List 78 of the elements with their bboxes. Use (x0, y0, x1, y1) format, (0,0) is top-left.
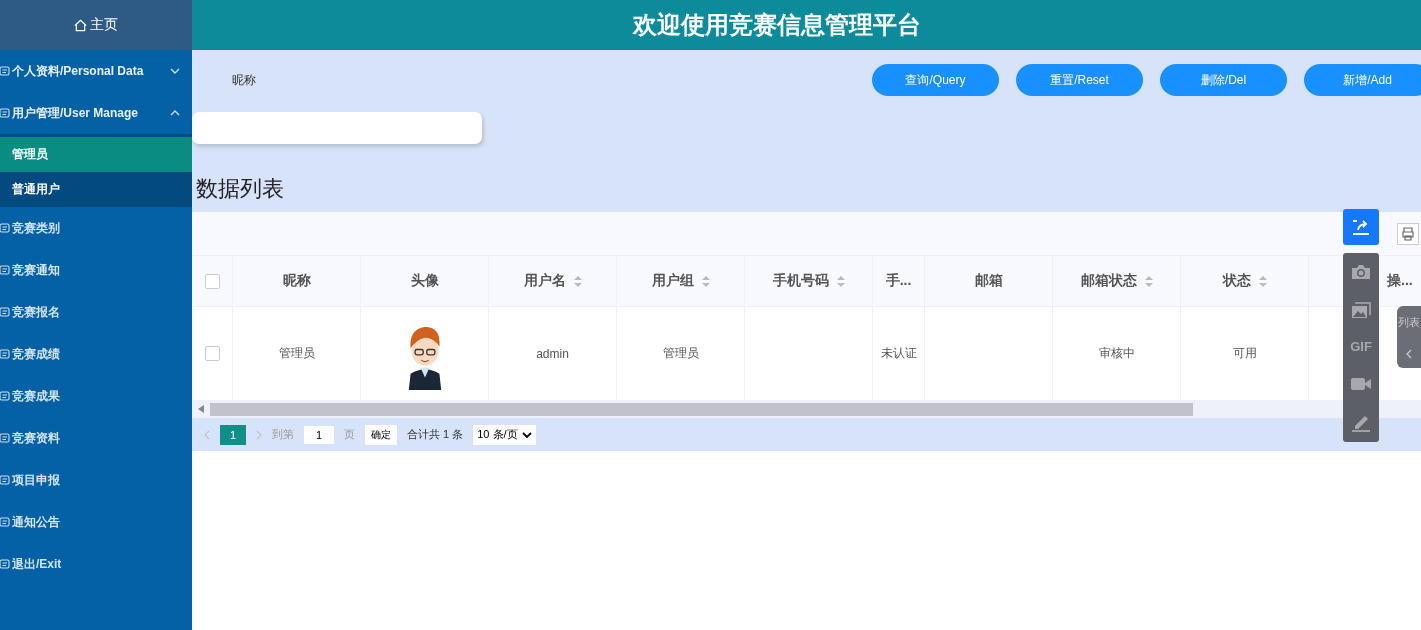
column-header[interactable]: 昵称 (233, 256, 361, 306)
action-button[interactable]: 重置/Reset (1016, 64, 1143, 96)
page-size-select[interactable]: 10 条/页 (473, 424, 536, 445)
section-title: 数据列表 (196, 175, 285, 203)
column-header[interactable]: 手... (873, 256, 925, 306)
menu-icon (0, 516, 11, 528)
column-header[interactable]: 用户名 (489, 256, 617, 306)
column-header[interactable]: 用户组 (617, 256, 745, 306)
column-header[interactable]: 邮箱 (925, 256, 1053, 306)
search-field[interactable] (192, 112, 482, 144)
menu-icon (0, 390, 11, 402)
menu-item[interactable]: 竞赛通知 (0, 249, 192, 291)
page-number[interactable]: 1 (220, 424, 246, 445)
menu-item[interactable]: 竞赛类别 (0, 207, 192, 249)
submenu-item[interactable]: 管理员 (0, 137, 192, 172)
checkbox[interactable] (204, 273, 220, 289)
confirm-button[interactable]: 确定 (365, 424, 397, 445)
dropdown-caret-icon (521, 431, 532, 438)
action-button[interactable]: 新增/Add (1304, 64, 1421, 96)
app-title: 欢迎使用竞赛信息管理平台 (632, 10, 921, 40)
print-icon[interactable] (1397, 222, 1419, 245)
collapse-icon[interactable] (1406, 348, 1412, 359)
action-button[interactable]: 查询/Query (872, 64, 999, 96)
menu-icon (0, 558, 11, 570)
page-unit: 页 (344, 427, 355, 442)
sort-icon[interactable] (836, 275, 845, 287)
previous-page-icon[interactable] (204, 429, 210, 440)
table-cell: 审核中 (1098, 345, 1135, 362)
home-icon (74, 18, 87, 32)
submenu-item[interactable]: 普通用户 (0, 172, 192, 207)
chevron-icon (170, 110, 180, 116)
menu-item[interactable]: 用户管理/User Manage (0, 92, 192, 134)
field-label: 昵称 (232, 72, 256, 89)
menu-icon (0, 474, 11, 486)
scroll-left-icon[interactable] (198, 405, 204, 413)
menu-item[interactable]: 退出/Exit (0, 543, 192, 585)
menu-item[interactable]: 竞赛资料 (0, 417, 192, 459)
camera-icon[interactable] (1350, 263, 1372, 281)
menu-icon (0, 432, 11, 444)
menu-item[interactable]: 个人资料/Personal Data (0, 50, 192, 92)
page-input[interactable]: 1 (304, 425, 334, 444)
menu-icon (0, 348, 11, 360)
column-header[interactable]: 手机号码 (745, 256, 873, 306)
menu-item[interactable]: 通知公告 (0, 501, 192, 543)
checkbox[interactable] (204, 346, 220, 361)
sort-icon[interactable] (701, 275, 710, 287)
menu-item[interactable]: 项目申报 (0, 459, 192, 501)
column-header[interactable]: 头像 (361, 256, 489, 306)
column-header[interactable]: 邮箱状态 (1053, 256, 1181, 306)
action-button[interactable]: 删除/Del (1160, 64, 1287, 96)
sort-icon[interactable] (573, 275, 582, 287)
table-cell: 未认证 (880, 345, 917, 362)
goto-label: 到第 (272, 427, 294, 442)
menu-item[interactable]: 竞赛成绩 (0, 333, 192, 375)
share-icon (1351, 217, 1371, 237)
table-cell: 管理员 (662, 345, 699, 362)
table-cell: 可用 (1232, 345, 1257, 362)
sort-icon[interactable] (1144, 275, 1153, 287)
chevron-icon (170, 68, 180, 74)
next-page-icon[interactable] (256, 429, 262, 440)
total-count: 合计共 1 条 (407, 427, 464, 442)
side-panel-tab[interactable]: 列表 (1397, 306, 1421, 368)
menu-icon (0, 306, 11, 318)
share-button[interactable] (1343, 209, 1379, 245)
horizontal-scrollbar[interactable] (192, 400, 1421, 418)
menu-icon (0, 107, 11, 119)
table-cell: admin (536, 346, 569, 361)
sort-icon[interactable] (1258, 275, 1267, 287)
column-header[interactable]: 状态 (1181, 256, 1309, 306)
table-cell: 管理员 (278, 345, 315, 362)
menu-item[interactable]: 竞赛报名 (0, 291, 192, 333)
column-header[interactable]: 操... (1385, 256, 1421, 306)
menu-icon (0, 264, 11, 276)
home-link[interactable]: 主页 (0, 0, 192, 50)
images-icon[interactable] (1350, 301, 1372, 319)
menu-item[interactable]: 竞赛成果 (0, 375, 192, 417)
menu-icon (0, 222, 11, 234)
menu-icon (0, 65, 11, 77)
